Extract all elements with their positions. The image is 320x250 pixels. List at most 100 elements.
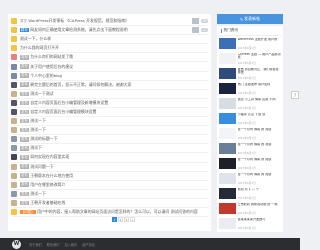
topic-title[interactable]: 测试一下测试	[30, 91, 209, 97]
avatar[interactable]	[11, 127, 17, 134]
topic-title[interactable]: 如何实现在内容里实现	[30, 154, 209, 160]
avatar[interactable]	[11, 172, 17, 179]
avatar[interactable]	[11, 72, 17, 79]
topic-row[interactable]: 发布 个人中心里的blog	[11, 72, 209, 81]
news-item[interactable]: 在一个月内 博客 的 阅读 2017年6月1日	[218, 156, 282, 171]
topic-row[interactable]: 发布 测试一下	[11, 190, 209, 199]
topic-row[interactable]: 发布 用户在哪里修改简介	[11, 181, 209, 190]
news-title[interactable]: CAPress 主题 — 用户产品新功能	[238, 53, 282, 61]
news-thumbnail[interactable]	[218, 202, 236, 214]
last-reply-avatar[interactable]	[191, 27, 199, 34]
topic-row[interactable]: 置顶 WordPress开发锦标 《CAPress 开发规范，规范和指南》 36	[11, 17, 209, 27]
news-item[interactable]: 上市新闻 的新闻功能 的 一新 2017年6月1日	[218, 201, 282, 216]
topic-row[interactable]: 发布 测试的标题一下	[11, 135, 209, 145]
avatar[interactable]	[11, 63, 17, 70]
footer-link[interactable]: 加入我们	[65, 242, 78, 247]
topic-title[interactable]: 测试下	[30, 145, 209, 151]
news-item[interactable]: 热门 主题发布 用户如何 2017年6月1日	[218, 81, 282, 96]
avatar[interactable]	[11, 154, 17, 161]
news-thumbnail[interactable]	[218, 127, 236, 139]
news-thumbnail[interactable]	[218, 172, 236, 184]
help-float-button[interactable]: ?	[291, 91, 299, 99]
topic-row[interactable]: 为什么我的网页打不开	[11, 44, 209, 54]
news-title[interactable]: 通过 小工具 博客 应用 不同	[238, 98, 282, 106]
news-title[interactable]: 上市新闻 的新闻功能 的 一新	[238, 203, 282, 211]
topic-title[interactable]: 王朝版本在什么地方使用	[30, 173, 209, 179]
news-title[interactable]: 在一个月内 博客 的 阅读	[238, 143, 282, 151]
topic-row[interactable]: 发布 测试问题一下	[11, 163, 209, 172]
footer-link[interactable]: 联系我们	[47, 242, 60, 247]
topic-title[interactable]: 为什么我的网页打不开	[20, 45, 209, 51]
topic-row[interactable]: 精华 网友如何正确使用文章检测系统，请先点击下面教程说明 12	[11, 26, 209, 36]
topic-row[interactable]: 发布 自定义内容页面后台小编管理模块设置	[11, 108, 209, 118]
topic-title[interactable]: 自定义内容页面后台小编管理及新增模块设置	[30, 100, 209, 106]
topic-title[interactable]: 关于用户使用后台的建议	[30, 64, 209, 70]
footer-link[interactable]: 关于我们	[29, 242, 42, 247]
news-title[interactable]: 在某某某某开发技巧	[238, 218, 282, 226]
last-reply-avatar[interactable]	[191, 18, 199, 24]
avatar[interactable]	[11, 27, 17, 34]
avatar[interactable]	[11, 18, 17, 25]
topic-row[interactable]: 发布 测试一下	[11, 126, 209, 136]
news-item[interactable]: 在一个月内 博客 的 阅读 2017年6月1日	[218, 171, 282, 186]
news-item[interactable]: 新闻 月下 — 个 2017年6月1日	[218, 186, 282, 201]
news-item[interactable]: 通过 小工具 博客 应用 不同 2017年6月1日	[218, 96, 282, 111]
avatar[interactable]	[11, 108, 17, 115]
new-post-button[interactable]: ✎ 发表新帖	[217, 14, 283, 24]
news-title[interactable]: 在一个月内 博客 的 阅读	[238, 128, 282, 136]
news-item[interactable]: WordPress 主题开发 用户的 2017年6月1日	[218, 36, 282, 51]
news-item[interactable]: 小程序 认证 下载 这 2017年6月1日	[218, 111, 282, 126]
topic-row[interactable]: 发布 王朝开发者基础在线	[11, 199, 209, 208]
news-item[interactable]: 在一个月内 博客 的 阅读 2017年6月1日	[218, 141, 282, 156]
topic-title[interactable]: 测试一下，什么样	[20, 36, 209, 42]
news-item[interactable]: CAPress 主题 — 用户产品新功能 2017年6月1日	[218, 51, 282, 66]
avatar[interactable]	[11, 145, 17, 152]
topic-row[interactable]: 【问答】 用户中的内容，接入帮助文章的网站页面访问是怎样的？怎么可以，可以请问 测…	[11, 208, 209, 218]
avatar[interactable]	[11, 90, 17, 97]
topic-title[interactable]: 测试一下	[30, 127, 209, 133]
avatar[interactable]	[11, 99, 17, 106]
news-thumbnail[interactable]	[218, 157, 236, 169]
topic-title[interactable]: 个人中心里的blog	[30, 73, 209, 79]
topic-title[interactable]: WordPress开发锦标 《CAPress 开发规范，规范和指南》	[28, 18, 209, 24]
page-link[interactable]: 3	[124, 217, 129, 222]
news-title[interactable]: 在一个月内 博客 的 阅读	[238, 173, 282, 181]
news-thumbnail[interactable]	[218, 187, 236, 199]
topic-title[interactable]: 用户中的内容，接入帮助文章的网站页面访问是怎样的？怎么可以，可以请问 测试问答的…	[37, 209, 209, 215]
news-thumbnail[interactable]	[218, 37, 236, 49]
news-title[interactable]: 新闻 月下 — 个	[238, 188, 282, 196]
topic-title[interactable]: 为什么你们的网站发了哦	[30, 54, 209, 60]
topic-title[interactable]: 用户在哪里修改简介	[30, 182, 209, 188]
avatar[interactable]	[11, 36, 17, 43]
topic-title[interactable]: 网友如何正确使用文章检测系统，请先点击下面教程说明	[30, 27, 209, 33]
topic-row[interactable]: 发布 测试下	[11, 144, 209, 154]
topic-row[interactable]: 发布 自定义内容页面后台小编管理及新增模块设置	[11, 99, 209, 108]
avatar[interactable]	[11, 181, 17, 188]
avatar[interactable]	[11, 45, 17, 52]
news-thumbnail[interactable]	[218, 67, 236, 79]
topic-title[interactable]: 测试问题一下	[30, 164, 209, 170]
avatar[interactable]	[11, 81, 17, 88]
news-item[interactable]: 在某某某某开发技巧 2017年6月1日	[218, 216, 282, 231]
topic-row[interactable]: 发布 关于用户使用后台的建议	[11, 62, 209, 72]
topic-row[interactable]: 发布 如何实现在内容里实现	[11, 153, 209, 163]
news-title[interactable]: 发布 到目前为止，我们现在在哪里	[238, 68, 282, 76]
news-title[interactable]: WordPress 主题开发 用户的	[238, 38, 282, 46]
page-link[interactable]: 1	[112, 217, 117, 222]
avatar[interactable]	[11, 54, 17, 61]
news-item[interactable]: 发布 到目前为止，我们现在在哪里 2017年6月1日	[218, 66, 282, 81]
footer-link[interactable]: 用户协议	[82, 242, 95, 247]
news-item[interactable]: 在一个月内 博客 的 阅读 2017年6月1日	[218, 126, 282, 141]
topic-title[interactable]: 王朝开发者基础在线	[30, 200, 209, 206]
page-link[interactable]: 2	[118, 217, 123, 222]
news-thumbnail[interactable]	[218, 142, 236, 154]
news-thumbnail[interactable]	[218, 97, 236, 109]
news-title[interactable]: 小程序 认证 下载 这	[238, 113, 282, 121]
topic-title[interactable]: 刷完主题后的首页，显示不正常，请问如何解决，谢谢大家	[30, 82, 209, 88]
page-link[interactable]: »	[130, 217, 135, 222]
avatar[interactable]	[11, 118, 17, 125]
topic-row[interactable]: 测试一下，什么样	[11, 35, 209, 45]
news-title[interactable]: 热门 主题发布 用户如何	[238, 83, 282, 91]
topic-title[interactable]: 测试一下	[30, 118, 209, 124]
news-thumbnail[interactable]	[218, 112, 236, 124]
